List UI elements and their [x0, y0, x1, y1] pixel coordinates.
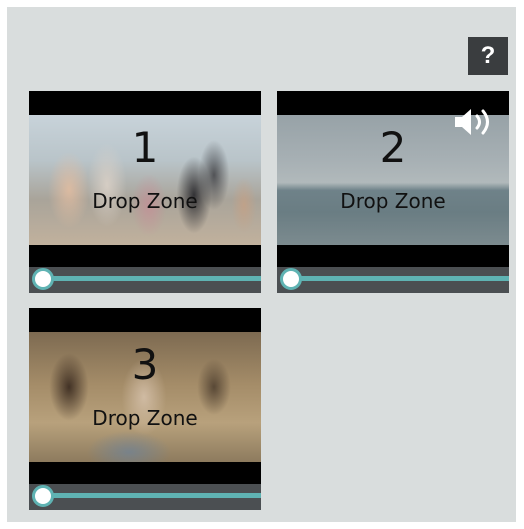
video-scrubber[interactable]: [29, 484, 261, 510]
question-mark-icon: ?: [480, 42, 496, 69]
scrubber-track[interactable]: [39, 493, 261, 498]
zone-label: Drop Zone: [340, 189, 446, 213]
drop-zone-panel: ? 1 Drop Zone 2 Drop Zone 3 Drop Zone: [7, 7, 516, 522]
zone-number: 3: [131, 340, 159, 389]
zone-number: 1: [131, 123, 159, 172]
scrubber-track[interactable]: [287, 276, 509, 281]
scrubber-handle[interactable]: [32, 485, 54, 507]
zone-label: Drop Zone: [92, 406, 198, 430]
drop-zone-1[interactable]: 1 Drop Zone: [29, 91, 261, 293]
zone-label: Drop Zone: [92, 189, 198, 213]
drop-zone-3[interactable]: 3 Drop Zone: [29, 308, 261, 510]
scrubber-handle[interactable]: [280, 268, 302, 290]
scrubber-handle[interactable]: [32, 268, 54, 290]
video-scrubber[interactable]: [29, 267, 261, 293]
drop-zone-2[interactable]: 2 Drop Zone: [277, 91, 509, 293]
help-button[interactable]: ?: [468, 37, 508, 75]
video-scrubber[interactable]: [277, 267, 509, 293]
scrubber-track[interactable]: [39, 276, 261, 281]
speaker-volume-icon[interactable]: [453, 107, 499, 137]
